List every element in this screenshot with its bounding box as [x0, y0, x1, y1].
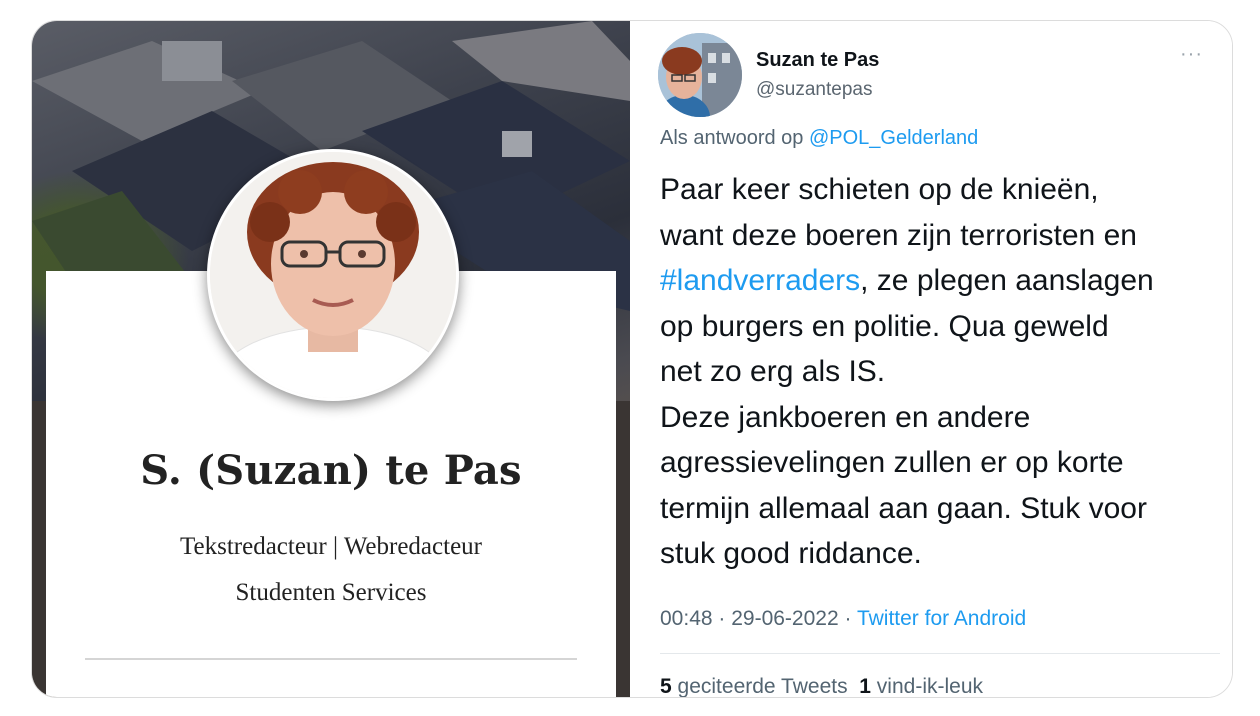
screenshot-frame: S. (Suzan) te Pas Tekstredacteur | Webre… — [31, 20, 1233, 698]
reply-prefix: Als antwoord op — [660, 127, 804, 149]
tweet-time-date[interactable]: 00:48 · 29-06-2022 · — [660, 607, 851, 630]
tweet-line: agressievelingen zullen er op korte — [660, 446, 1124, 479]
tweet-line: Paar keer schieten op de knieën, — [660, 173, 1099, 206]
tweet-author-name[interactable]: Suzan te Pas — [756, 49, 879, 72]
tweet-author-avatar[interactable] — [658, 33, 742, 117]
reply-context: Als antwoord op @POL_Gelderland — [660, 127, 978, 150]
tweet-author-handle[interactable]: @suzantepas — [756, 79, 872, 101]
tweet-line: Deze jankboeren en andere — [660, 400, 1031, 434]
tweet-line: stuk good riddance. — [660, 537, 922, 570]
profile-role: Tekstredacteur | Webredacteur — [179, 533, 482, 560]
quote-count: 5 — [660, 675, 672, 698]
card-divider — [85, 658, 577, 660]
tweet-panel: Suzan te Pas @suzantepas ··· Als antwoor… — [630, 21, 1232, 697]
tweet-line: #landverraders, ze plegen aanslagen — [660, 258, 1220, 304]
like-count: 1 — [859, 675, 871, 698]
tweet-separator — [660, 653, 1220, 654]
tweet-text: Paar keer schieten op de knieën, want de… — [660, 167, 1220, 577]
profile-name: S. (Suzan) te Pas — [140, 447, 522, 494]
hashtag-link[interactable]: #landverraders — [660, 264, 860, 297]
like-label: vind-ik-leuk — [876, 675, 983, 698]
profile-panel: S. (Suzan) te Pas Tekstredacteur | Webre… — [32, 21, 630, 697]
quote-label: geciteerde Tweets — [677, 675, 848, 698]
tweet-line: net zo erg als IS. — [660, 355, 886, 388]
tweet-stats: 5 geciteerde Tweets 1 vind-ik-leuk — [660, 675, 983, 698]
quote-tweets-stat[interactable]: 5 geciteerde Tweets — [660, 675, 848, 698]
tweet-line: termijn allemaal aan gaan. Stuk voor — [660, 491, 1147, 525]
profile-organization: Studenten Services — [235, 579, 427, 606]
tweet-line-rest: , ze plegen aanslagen — [860, 264, 1154, 297]
tweet-timestamp: 00:48 · 29-06-2022 · Twitter for Android — [660, 607, 1026, 631]
ellipsis-icon[interactable]: ··· — [1180, 43, 1203, 66]
tweet-source-link[interactable]: Twitter for Android — [857, 607, 1026, 630]
tweet-line: op burgers en politie. Qua geweld — [660, 309, 1109, 343]
reply-to-link[interactable]: @POL_Gelderland — [809, 127, 978, 149]
profile-photo — [207, 149, 459, 401]
tweet-line: want deze boeren zijn terroristen en — [660, 218, 1137, 252]
likes-stat[interactable]: 1 vind-ik-leuk — [859, 675, 983, 698]
